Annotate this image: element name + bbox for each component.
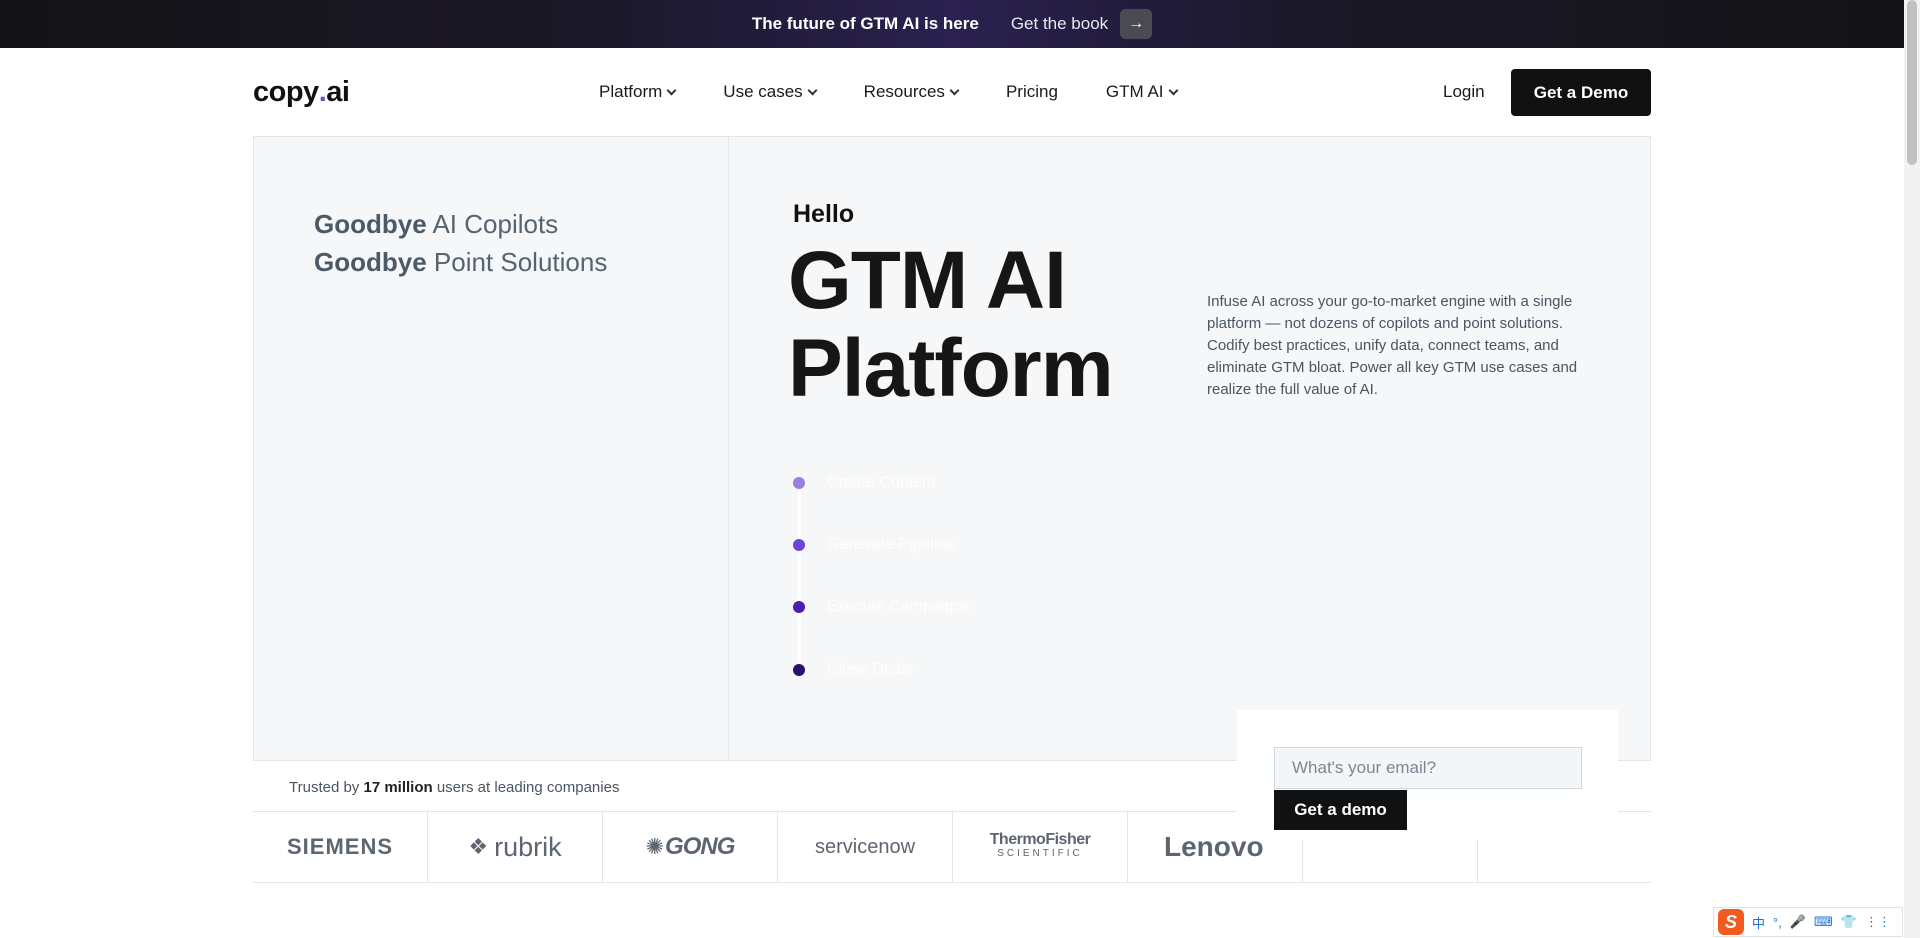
site-header: copy. ai Platform Use cases Resources Pri… bbox=[253, 48, 1651, 136]
get-the-book-label: Get the book bbox=[1010, 14, 1109, 33]
nav-item-gtm-ai[interactable]: GTM AI bbox=[1105, 82, 1178, 102]
nav-label: Platform bbox=[599, 82, 663, 101]
email-capture-card: Get a demo bbox=[1237, 710, 1618, 840]
timeline-label: Create Content bbox=[827, 474, 936, 491]
rubrik-logo: ❖ rubrik bbox=[428, 812, 603, 882]
menu-grid-icon[interactable]: ⋮⋮ bbox=[1865, 914, 1891, 930]
copyai-logo[interactable]: copy. ai bbox=[253, 75, 350, 109]
sogou-ime-icon[interactable]: S bbox=[1718, 909, 1744, 935]
nav-label: Resources bbox=[863, 82, 945, 101]
skin-icon[interactable]: 👕 bbox=[1841, 914, 1857, 930]
nav-item-resources[interactable]: Resources bbox=[863, 82, 960, 102]
nav-label: Pricing bbox=[1005, 82, 1058, 101]
nav-label: Use cases bbox=[723, 82, 803, 101]
email-input[interactable] bbox=[1274, 747, 1582, 789]
punctuation-icon[interactable]: °, bbox=[1773, 915, 1782, 930]
timeline-item-execute-campaigns[interactable]: Execute Campaigns bbox=[793, 598, 970, 616]
timeline-dot bbox=[793, 664, 805, 676]
thermofisher-logo: ThermoFisher SCIENTIFIC bbox=[953, 812, 1128, 882]
logo-text: copy bbox=[253, 75, 319, 108]
ime-toolbar: S 中 °, 🎤 ⌨ 👕 ⋮⋮ bbox=[1713, 907, 1903, 937]
gong-logo: ✺ GONG bbox=[603, 812, 778, 882]
gong-burst-icon: ✺ bbox=[645, 834, 664, 859]
arrow-right-icon: → bbox=[1120, 9, 1153, 39]
chinese-mode-icon[interactable]: 中 bbox=[1752, 913, 1765, 932]
goodbye-line: Goodbye Point Solutions bbox=[314, 247, 608, 277]
page-scrollbar[interactable] bbox=[1904, 0, 1920, 938]
hero-section: Goodbye AI Copilots Goodbye Point Soluti… bbox=[253, 136, 1651, 761]
get-the-book-link[interactable]: Get the book → bbox=[1010, 9, 1153, 39]
announcement-title: The future of GTM AI is here bbox=[751, 14, 979, 33]
keyboard-icon[interactable]: ⌨ bbox=[1814, 914, 1833, 930]
hero-left-panel: Goodbye AI Copilots Goodbye Point Soluti… bbox=[254, 137, 729, 761]
chevron-down-icon bbox=[666, 85, 677, 95]
get-a-demo-button[interactable]: Get a Demo bbox=[1511, 69, 1651, 116]
hero-headline: GTM AI Platform bbox=[788, 237, 1168, 413]
timeline-dot bbox=[793, 477, 805, 489]
timeline-dot bbox=[793, 601, 805, 613]
login-link[interactable]: Login bbox=[1443, 82, 1485, 102]
announcement-bar: The future of GTM AI is here Get the boo… bbox=[0, 0, 1904, 48]
logo-suffix: ai bbox=[326, 75, 350, 108]
timeline-label: Close Deals bbox=[827, 661, 914, 678]
nav-label: GTM AI bbox=[1105, 82, 1164, 101]
chevron-down-icon bbox=[1168, 85, 1178, 95]
timeline-item-create-content[interactable]: Create Content bbox=[793, 474, 936, 492]
rubrik-mark-icon: ❖ bbox=[468, 834, 489, 859]
timeline-item-generate-pipeline[interactable]: Generate Pipeline bbox=[793, 536, 955, 554]
main-nav: Platform Use cases Resources Pricing GTM… bbox=[599, 48, 1225, 136]
headline-line-2: Platform bbox=[788, 323, 1114, 414]
use-case-timeline: Create Content Generate Pipeline Execute… bbox=[793, 474, 1053, 694]
goodbye-list: Goodbye AI Copilots Goodbye Point Soluti… bbox=[314, 205, 607, 281]
timeline-label: Execute Campaigns bbox=[827, 598, 971, 615]
chevron-down-icon bbox=[949, 85, 960, 95]
hello-heading: Hello bbox=[793, 200, 855, 228]
microphone-icon[interactable]: 🎤 bbox=[1790, 914, 1806, 930]
timeline-dot bbox=[793, 539, 805, 551]
headline-line-1: GTM AI bbox=[788, 235, 1067, 326]
servicenow-logo: servicenow bbox=[778, 812, 953, 882]
hero-description: Infuse AI across your go-to-market engin… bbox=[1207, 293, 1578, 398]
nav-item-pricing[interactable]: Pricing bbox=[1006, 82, 1058, 102]
timeline-item-close-deals[interactable]: Close Deals bbox=[793, 661, 913, 679]
get-a-demo-submit-button[interactable]: Get a demo bbox=[1274, 790, 1407, 830]
chevron-down-icon bbox=[807, 85, 818, 95]
nav-item-platform[interactable]: Platform bbox=[599, 82, 677, 102]
timeline-line bbox=[798, 482, 801, 670]
trusted-by-text: Trusted by 17 million users at leading c… bbox=[289, 779, 620, 796]
siemens-logo: SIEMENS bbox=[253, 812, 428, 882]
goodbye-line: Goodbye AI Copilots bbox=[314, 209, 559, 239]
scrollbar-thumb[interactable] bbox=[1907, 0, 1917, 165]
nav-item-use-cases[interactable]: Use cases bbox=[723, 82, 818, 102]
timeline-label: Generate Pipeline bbox=[827, 536, 956, 553]
logo-dot: . bbox=[318, 75, 327, 108]
